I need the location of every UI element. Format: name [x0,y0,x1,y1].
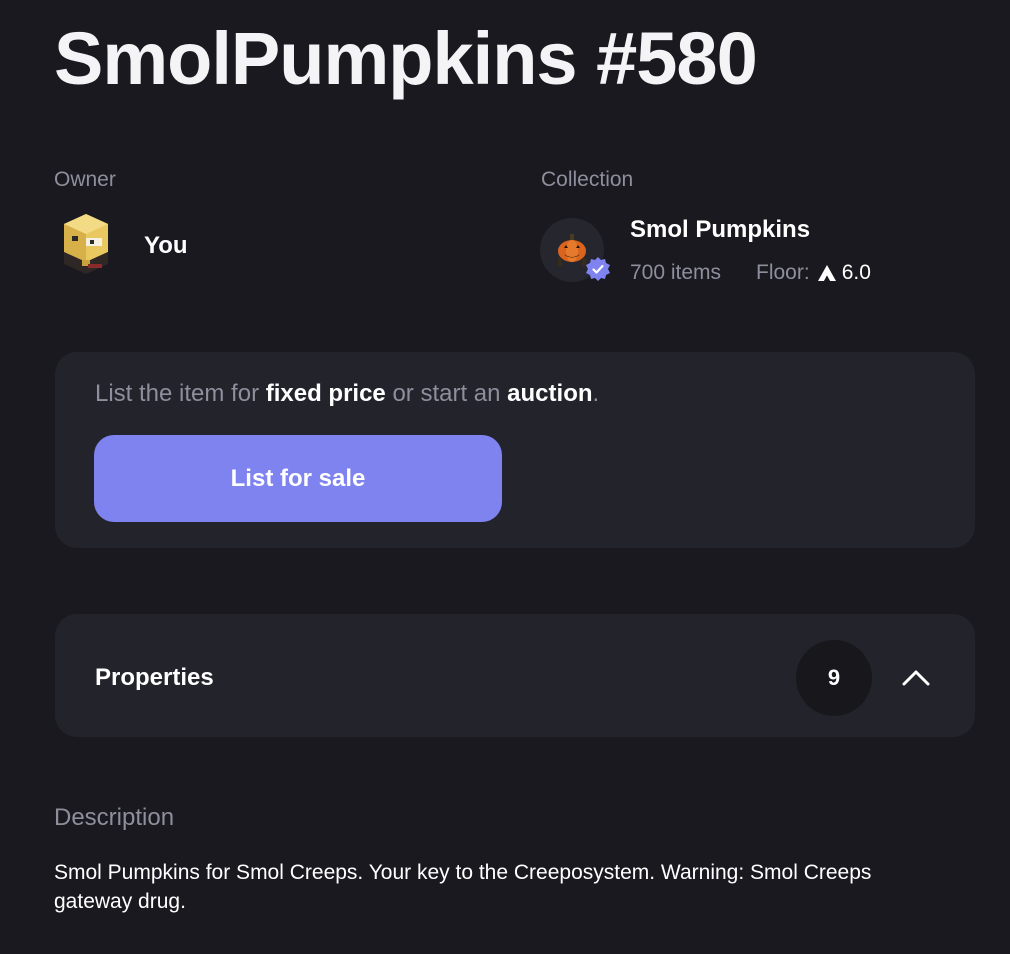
floor-value: 6.0 [841,261,871,284]
chevron-up-icon[interactable] [900,666,932,688]
properties-count-badge: 9 [796,640,872,716]
properties-accordion[interactable]: Properties 9 [55,614,975,737]
listing-card: List the item for fixed price or start a… [55,352,975,548]
listing-text-fixed-price: fixed price [265,380,386,407]
description-label: Description [54,804,175,831]
page-title: SmolPumpkins #580 [54,17,758,100]
properties-title: Properties [95,664,214,691]
listing-text-auction: auction [507,380,593,407]
collection-name[interactable]: Smol Pumpkins [630,216,810,244]
collection-item-count: 700 items [630,261,722,284]
listing-text-prefix: List the item for [95,380,266,407]
listing-text-middle: or start an [385,380,508,407]
collection-label: Collection [541,168,634,191]
list-for-sale-button[interactable]: List for sale [94,435,502,522]
avax-icon [817,265,836,281]
blocky-character-avatar-icon [64,214,108,274]
owner-avatar[interactable] [58,212,114,276]
owner-name[interactable]: You [144,232,188,260]
floor-label: Floor: [756,261,810,284]
collection-floor: Floor: 6.0 [756,261,871,285]
listing-prompt: List the item for fixed price or start a… [95,380,599,408]
description-text: Smol Pumpkins for Smol Creeps. Your key … [54,861,872,913]
verified-badge-icon [585,256,611,282]
listing-text-suffix: . [592,380,600,407]
owner-label: Owner [54,168,116,191]
